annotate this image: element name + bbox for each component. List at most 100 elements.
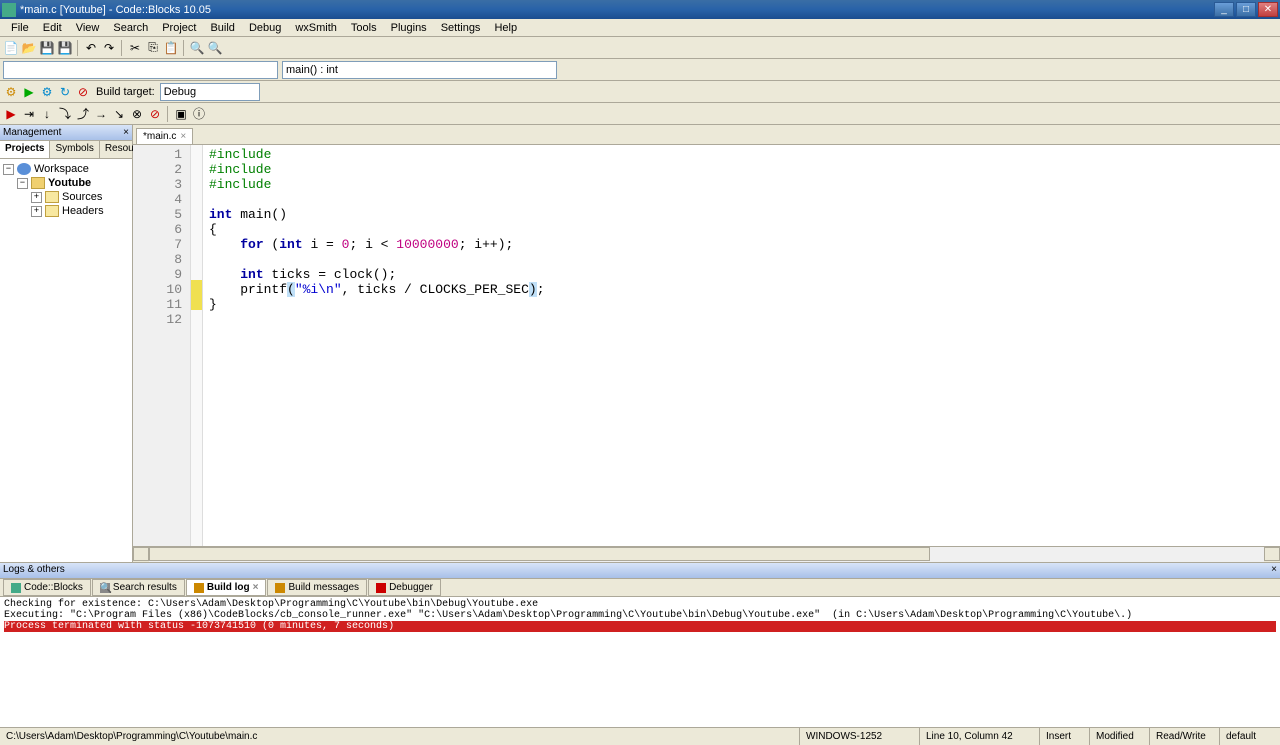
- build-run-icon[interactable]: ⚙: [39, 84, 55, 100]
- separator: [167, 106, 169, 122]
- log-tab-search[interactable]: 🔍Search results: [92, 579, 185, 596]
- tab-label: Code::Blocks: [24, 582, 83, 593]
- tree-label: Youtube: [48, 177, 91, 189]
- status-insert: Insert: [1040, 728, 1090, 745]
- menu-wxsmith[interactable]: wxSmith: [288, 20, 344, 36]
- rebuild-icon[interactable]: ↻: [57, 84, 73, 100]
- replace-icon[interactable]: 🔍: [207, 40, 223, 56]
- tab-close-icon[interactable]: ×: [253, 582, 259, 593]
- find-icon[interactable]: 🔍: [189, 40, 205, 56]
- copy-icon[interactable]: ⎘: [145, 40, 161, 56]
- close-button[interactable]: ✕: [1258, 2, 1278, 17]
- editor-tab[interactable]: *main.c ×: [136, 128, 193, 144]
- code-editor[interactable]: #include #include #include int main(){ f…: [203, 145, 1280, 546]
- cut-icon[interactable]: ✂: [127, 40, 143, 56]
- menu-view[interactable]: View: [69, 20, 107, 36]
- folder-icon: [45, 191, 59, 203]
- expand-icon[interactable]: +: [31, 192, 42, 203]
- tab-projects[interactable]: Projects: [0, 141, 50, 158]
- window-title: *main.c [Youtube] - Code::Blocks 10.05: [20, 4, 1214, 16]
- run-to-cursor-icon[interactable]: ⇥: [21, 106, 37, 122]
- menu-settings[interactable]: Settings: [434, 20, 488, 36]
- panel-title: Management ×: [0, 125, 132, 141]
- log-tab-buildmsg[interactable]: Build messages: [267, 579, 367, 596]
- menu-tools[interactable]: Tools: [344, 20, 384, 36]
- tree-workspace[interactable]: − Workspace: [3, 162, 129, 176]
- undo-icon[interactable]: ↶: [83, 40, 99, 56]
- abort-icon[interactable]: ⊘: [75, 84, 91, 100]
- build-icon[interactable]: ⚙: [3, 84, 19, 100]
- run-icon[interactable]: ▶: [21, 84, 37, 100]
- project-icon: [31, 177, 45, 189]
- line-number-gutter: 123456789101112: [133, 145, 191, 546]
- titlebar: *main.c [Youtube] - Code::Blocks 10.05 _…: [0, 0, 1280, 19]
- app-icon: [2, 3, 16, 17]
- separator: [183, 40, 185, 56]
- tab-symbols[interactable]: Symbols: [50, 141, 99, 158]
- step-into-icon[interactable]: ⤵: [57, 106, 73, 122]
- menu-plugins[interactable]: Plugins: [384, 20, 434, 36]
- break-icon[interactable]: ⊗: [129, 106, 145, 122]
- tab-label: Debugger: [389, 582, 433, 593]
- tab-label: Search results: [113, 582, 177, 593]
- menu-search[interactable]: Search: [106, 20, 155, 36]
- redo-icon[interactable]: ↷: [101, 40, 117, 56]
- menu-edit[interactable]: Edit: [36, 20, 69, 36]
- symbol-bar: [0, 59, 1280, 81]
- logs-panel: Logs & others × Code::Blocks 🔍Search res…: [0, 562, 1280, 727]
- tree-label: Workspace: [34, 163, 89, 175]
- project-tree[interactable]: − Workspace − Youtube + Sources + Header…: [0, 159, 132, 562]
- menu-project[interactable]: Project: [155, 20, 203, 36]
- build-target-combo[interactable]: [160, 83, 260, 101]
- menu-build[interactable]: Build: [203, 20, 241, 36]
- step-instr-icon[interactable]: ↘: [111, 106, 127, 122]
- scroll-left-icon[interactable]: [133, 547, 149, 561]
- workspace-icon: [17, 163, 31, 175]
- log-output[interactable]: Checking for existence: C:\Users\Adam\De…: [0, 597, 1280, 727]
- save-all-icon[interactable]: 💾: [57, 40, 73, 56]
- next-instr-icon[interactable]: →: [93, 106, 109, 122]
- tree-folder-sources[interactable]: + Sources: [3, 190, 129, 204]
- log-tab-buildlog[interactable]: Build log×: [186, 579, 267, 596]
- status-modified: Modified: [1090, 728, 1150, 745]
- expand-icon[interactable]: +: [31, 206, 42, 217]
- tab-label: Build messages: [288, 582, 359, 593]
- new-file-icon[interactable]: 📄: [3, 40, 19, 56]
- log-line-error: Process terminated with status -10737415…: [4, 621, 1276, 632]
- minimize-button[interactable]: _: [1214, 2, 1234, 17]
- menu-debug[interactable]: Debug: [242, 20, 288, 36]
- log-tab-codeblocks[interactable]: Code::Blocks: [3, 579, 91, 596]
- tab-close-icon[interactable]: ×: [180, 131, 186, 142]
- next-line-icon[interactable]: ↓: [39, 106, 55, 122]
- scroll-right-icon[interactable]: [1264, 547, 1280, 561]
- symbol-combo[interactable]: [282, 61, 557, 79]
- menu-help[interactable]: Help: [487, 20, 524, 36]
- status-profile: default: [1220, 728, 1280, 745]
- status-perm: Read/Write: [1150, 728, 1220, 745]
- stop-debug-icon[interactable]: ⊘: [147, 106, 163, 122]
- maximize-button[interactable]: □: [1236, 2, 1256, 17]
- marker-margin: [191, 145, 203, 546]
- build-target-label: Build target:: [96, 86, 155, 98]
- management-panel: Management × Projects Symbols Resou − Wo…: [0, 125, 133, 562]
- scroll-thumb[interactable]: [149, 547, 930, 561]
- open-file-icon[interactable]: 📂: [21, 40, 37, 56]
- debug-start-icon[interactable]: ▶: [3, 106, 19, 122]
- tree-folder-headers[interactable]: + Headers: [3, 204, 129, 218]
- menu-file[interactable]: File: [4, 20, 36, 36]
- horizontal-scrollbar[interactable]: [133, 546, 1280, 562]
- status-path: C:\Users\Adam\Desktop\Programming\C\Yout…: [0, 728, 800, 745]
- logs-close-icon[interactable]: ×: [1271, 564, 1277, 577]
- step-out-icon[interactable]: ⤴: [75, 106, 91, 122]
- logs-title: Logs & others ×: [0, 563, 1280, 579]
- expand-icon[interactable]: −: [17, 178, 28, 189]
- info-icon[interactable]: ⓘ: [191, 106, 207, 122]
- tree-project[interactable]: − Youtube: [3, 176, 129, 190]
- log-tab-debugger[interactable]: Debugger: [368, 579, 441, 596]
- paste-icon[interactable]: 📋: [163, 40, 179, 56]
- panel-close-icon[interactable]: ×: [123, 127, 129, 138]
- debug-windows-icon[interactable]: ▣: [173, 106, 189, 122]
- expand-icon[interactable]: −: [3, 164, 14, 175]
- save-icon[interactable]: 💾: [39, 40, 55, 56]
- scope-combo[interactable]: [3, 61, 278, 79]
